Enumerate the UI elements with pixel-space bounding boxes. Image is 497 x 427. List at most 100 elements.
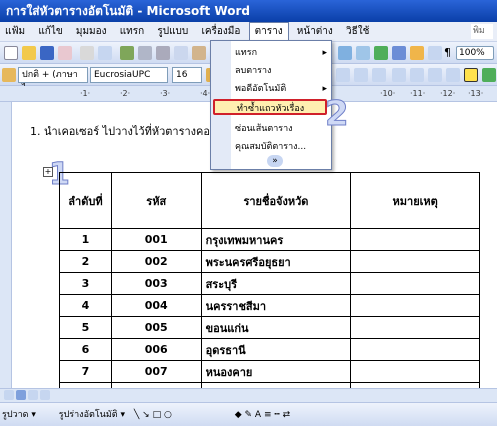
spelling-icon[interactable] [120, 46, 134, 60]
table-row[interactable]: 5 005 ขอนแก่น [59, 316, 480, 339]
menu-item-insert[interactable]: แทรก ▸ [235, 45, 329, 61]
table-move-handle[interactable]: + [43, 167, 53, 177]
cell-code[interactable]: 004 [110, 294, 202, 317]
paste-icon[interactable] [192, 46, 206, 60]
cut-icon[interactable] [156, 46, 170, 60]
table-row[interactable]: 4 004 นครราชสีมา [59, 294, 480, 317]
header-province[interactable]: รายชื่อจังหวัด [200, 172, 352, 229]
cell-note[interactable] [350, 338, 480, 361]
cell-code[interactable]: 005 [110, 316, 202, 339]
header-order[interactable]: ลำดับที่ [59, 172, 112, 229]
zoom-select[interactable]: 100% [456, 46, 494, 60]
print-icon[interactable] [80, 46, 94, 60]
cell-code[interactable]: 006 [110, 338, 202, 361]
font-size-select[interactable]: 16 [172, 67, 202, 83]
cell-province[interactable]: สระบุรี [200, 272, 352, 295]
table-row[interactable]: 6 006 อุดรธานี [59, 338, 480, 361]
permission-icon[interactable] [58, 46, 72, 60]
menu-window[interactable]: หน้าต่าง [292, 22, 338, 42]
show-hide-icon[interactable]: ¶ [444, 46, 454, 60]
styles-icon[interactable] [2, 68, 16, 82]
bullets-icon[interactable] [410, 68, 424, 82]
line-color-icon[interactable]: ✎ [244, 410, 252, 420]
menu-item-delete-table[interactable]: ลบตาราง [235, 63, 329, 79]
print-layout-icon[interactable] [28, 390, 38, 400]
research-icon[interactable] [138, 46, 152, 60]
header-note[interactable]: หมายเหตุ [350, 172, 480, 229]
cell-code[interactable]: 003 [110, 272, 202, 295]
decrease-indent-icon[interactable] [428, 68, 442, 82]
arrow-style-icon[interactable]: ⇄ [283, 410, 291, 420]
dash-style-icon[interactable]: ┅ [274, 410, 279, 420]
oval-tool-icon[interactable]: ○ [164, 410, 172, 420]
cell-note[interactable] [350, 250, 480, 273]
style-select[interactable]: ปกติ + (ภาษาไท [18, 67, 88, 94]
copy-icon[interactable] [174, 46, 188, 60]
numbering-icon[interactable] [392, 68, 406, 82]
menu-format[interactable]: รูปแบบ [152, 22, 193, 42]
normal-view-icon[interactable] [4, 390, 14, 400]
cell-order[interactable]: 6 [59, 338, 112, 361]
increase-indent-icon[interactable] [446, 68, 460, 82]
columns-icon[interactable] [392, 46, 406, 60]
cell-code[interactable]: 002 [110, 250, 202, 273]
font-select[interactable]: EucrosiaUPC [90, 67, 168, 83]
expand-menu-chevron-icon[interactable]: » [267, 155, 283, 167]
rectangle-tool-icon[interactable]: □ [153, 410, 162, 420]
table-row[interactable]: 3 003 สระบุรี [59, 272, 480, 295]
cell-order[interactable]: 3 [59, 272, 112, 295]
highlight-icon[interactable] [482, 68, 496, 82]
save-icon[interactable] [40, 46, 54, 60]
cell-order[interactable]: 7 [59, 360, 112, 383]
open-folder-icon[interactable] [22, 46, 36, 60]
menu-tools[interactable]: เครื่องมือ [196, 22, 245, 42]
cell-province[interactable]: กรุงเทพมหานคร [200, 228, 352, 251]
cell-order[interactable]: 1 [59, 228, 112, 251]
menu-item-hide-gridlines[interactable]: ซ่อนเส้นตาราง [235, 121, 329, 137]
web-view-icon[interactable] [16, 390, 26, 400]
cell-province[interactable]: หนองคาย [200, 360, 352, 383]
table-header-row[interactable]: ลำดับที่ รหัส รายชื่อจังหวัด หมายเหตุ [59, 172, 480, 229]
arrow-tool-icon[interactable]: ↘ [142, 410, 150, 420]
insert-excel-icon[interactable] [374, 46, 388, 60]
cell-province[interactable]: ขอนแก่น [200, 316, 352, 339]
cell-province[interactable]: นครราชสีมา [200, 294, 352, 317]
cell-note[interactable] [350, 272, 480, 295]
justify-icon[interactable] [336, 68, 350, 82]
new-document-icon[interactable] [4, 46, 18, 60]
tables-borders-icon[interactable] [338, 46, 352, 60]
menu-item-autofit[interactable]: พอดีอัตโนมัติ ▸ [235, 81, 329, 97]
menu-file[interactable]: แฟ้ม [0, 22, 30, 42]
vertical-ruler[interactable] [0, 102, 12, 388]
draw-menu-button[interactable]: รูปวาด [2, 410, 29, 420]
menu-help[interactable]: วิธีใช้ [341, 22, 374, 42]
table-row[interactable]: 2 002 พระนครศรีอยุธยา [59, 250, 480, 273]
menu-item-repeat-header-rows[interactable]: ทำซ้ำแถวหัวเรื่อง [213, 99, 327, 115]
header-code[interactable]: รหัส [110, 172, 202, 229]
autoshapes-button[interactable]: รูปร่างอัตโนมัติ [59, 410, 118, 420]
cell-order[interactable]: 5 [59, 316, 112, 339]
cell-note[interactable] [350, 228, 480, 251]
fill-color-icon[interactable]: ◆ [235, 410, 242, 420]
line-spacing-icon[interactable] [372, 68, 386, 82]
document-map-icon[interactable] [428, 46, 442, 60]
print-preview-icon[interactable] [98, 46, 112, 60]
cell-note[interactable] [350, 294, 480, 317]
menu-edit[interactable]: แก้ไข [33, 22, 67, 42]
table-row[interactable]: 7 007 หนองคาย [59, 360, 480, 383]
drawing-icon[interactable] [410, 46, 424, 60]
line-tool-icon[interactable]: ╲ [134, 410, 139, 420]
line-style-icon[interactable]: ≡ [264, 410, 272, 420]
distributed-icon[interactable] [354, 68, 368, 82]
menu-view[interactable]: มุมมอง [71, 22, 112, 42]
cell-code[interactable]: 001 [110, 228, 202, 251]
menu-insert[interactable]: แทรก [115, 22, 149, 42]
help-search-input[interactable]: พิม [471, 24, 493, 39]
cell-note[interactable] [350, 316, 480, 339]
menu-item-table-properties[interactable]: คุณสมบัติตาราง... [235, 139, 329, 155]
cell-order[interactable]: 4 [59, 294, 112, 317]
font-color-icon[interactable]: A [255, 410, 261, 420]
province-table[interactable]: ลำดับที่ รหัส รายชื่อจังหวัด หมายเหตุ 10… [59, 172, 480, 405]
outline-view-icon[interactable] [40, 390, 50, 400]
cell-code[interactable]: 007 [110, 360, 202, 383]
